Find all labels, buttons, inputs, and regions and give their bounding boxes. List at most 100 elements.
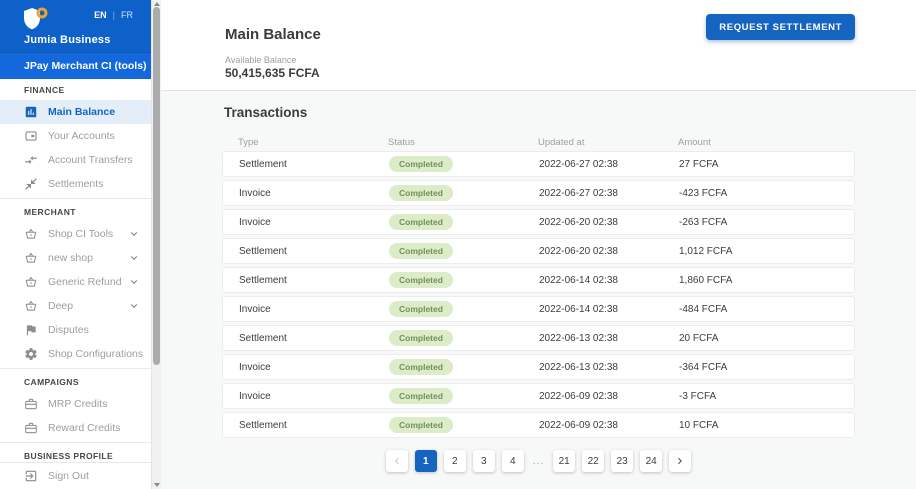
pagination-page-button[interactable]: 23	[611, 450, 634, 472]
language-fr[interactable]: FR	[121, 10, 133, 20]
section-title-merchant: MERCHANT	[24, 207, 76, 217]
cell-updated-at: 2022-06-13 02:38	[539, 332, 618, 344]
table-row[interactable]: Settlement Completed 2022-06-20 02:38 1,…	[222, 238, 855, 264]
section-title-business-profile: BUSINESS PROFILE	[24, 451, 114, 461]
sidebar-header: EN | FR Jumia Business	[0, 0, 161, 52]
pagination-page-button[interactable]: 4	[501, 450, 524, 472]
basket-icon	[25, 228, 37, 239]
transactions-section: Transactions Type Status Updated at Amou…	[161, 90, 916, 489]
sign-out-button[interactable]: Sign Out	[0, 462, 161, 489]
chevron-right-icon	[678, 458, 682, 464]
column-header-updated-at: Updated at	[538, 136, 585, 148]
scrollbar-down-arrow-icon[interactable]	[154, 483, 160, 487]
cell-status: Completed	[389, 243, 539, 259]
status-badge: Completed	[389, 330, 453, 346]
pagination-page-button[interactable]: 3	[472, 450, 495, 472]
cell-updated-at: 2022-06-09 02:38	[539, 390, 618, 402]
sidebar-item-your-accounts[interactable]: Your Accounts	[0, 124, 151, 148]
sidebar-item-mrp-credits[interactable]: MRP Credits	[0, 392, 151, 416]
available-balance-label: Available Balance	[225, 55, 297, 65]
status-badge: Completed	[389, 185, 453, 201]
sidebar-item-main-balance[interactable]: Main Balance	[0, 100, 151, 124]
scrollbar-up-arrow-icon[interactable]	[154, 2, 160, 6]
cell-status: Completed	[389, 156, 539, 172]
wallet-icon	[25, 131, 37, 141]
pagination: 1 2 3 4 ... 21 22 23 24	[222, 450, 855, 472]
sidebar-item-generic-refund[interactable]: Generic Refund	[0, 270, 151, 294]
sidebar-nav: FINANCE Main Balance Your Accounts Accou…	[0, 79, 151, 462]
chevron-down-icon	[131, 232, 137, 236]
sidebar: EN | FR Jumia Business JPay Merchant CI …	[0, 0, 161, 489]
cell-status: Completed	[389, 185, 539, 201]
status-badge: Completed	[389, 272, 453, 288]
pagination-page-button[interactable]: 2	[443, 450, 466, 472]
sidebar-item-label: Account Transfers	[48, 154, 133, 166]
table-row[interactable]: Invoice Completed 2022-06-13 02:38 -364 …	[222, 354, 855, 380]
section-title-campaigns: CAMPAIGNS	[24, 377, 79, 387]
pagination-page-button[interactable]: 1	[414, 450, 437, 472]
table-row[interactable]: Invoice Completed 2022-06-09 02:38 -3 FC…	[222, 383, 855, 409]
status-badge: Completed	[389, 156, 453, 172]
table-row[interactable]: Invoice Completed 2022-06-27 02:38 -423 …	[222, 180, 855, 206]
pagination-page-button[interactable]: 22	[582, 450, 605, 472]
available-balance-value: 50,415,635 FCFA	[225, 66, 320, 80]
chevron-down-icon	[131, 304, 137, 308]
pagination-page-button[interactable]: 24	[640, 450, 663, 472]
sidebar-item-new-shop[interactable]: new shop	[0, 246, 151, 270]
gear-icon	[25, 348, 37, 360]
transactions-title: Transactions	[224, 105, 308, 120]
sidebar-item-deep[interactable]: Deep	[0, 294, 151, 318]
table-row[interactable]: Settlement Completed 2022-06-13 02:38 20…	[222, 325, 855, 351]
table-row[interactable]: Invoice Completed 2022-06-20 02:38 -263 …	[222, 209, 855, 235]
scrollbar-thumb[interactable]	[153, 7, 160, 365]
cell-updated-at: 2022-06-09 02:38	[539, 419, 618, 431]
cell-type: Invoice	[239, 303, 271, 315]
cell-amount: 1,012 FCFA	[679, 245, 733, 257]
sidebar-scrollbar[interactable]	[151, 0, 161, 489]
main-content: Main Balance REQUEST SETTLEMENT Availabl…	[161, 0, 916, 489]
sidebar-item-settlements[interactable]: Settlements	[0, 172, 151, 196]
transfer-arrows-icon	[25, 155, 37, 165]
sidebar-item-account-transfers[interactable]: Account Transfers	[0, 148, 151, 172]
merchant-app-selector[interactable]: JPay Merchant CI (tools)	[0, 52, 161, 79]
table-row[interactable]: Invoice Completed 2022-06-14 02:38 -484 …	[222, 296, 855, 322]
request-settlement-button[interactable]: REQUEST SETTLEMENT	[706, 14, 855, 40]
sidebar-item-disputes[interactable]: Disputes	[0, 318, 151, 342]
pagination-prev-button[interactable]	[385, 450, 408, 472]
pagination-ellipsis: ...	[532, 455, 545, 467]
language-separator: |	[112, 10, 115, 20]
cell-updated-at: 2022-06-13 02:38	[539, 361, 618, 373]
cell-type: Invoice	[239, 390, 271, 402]
table-row[interactable]: Settlement Completed 2022-06-27 02:38 27…	[222, 151, 855, 177]
status-badge: Completed	[389, 359, 453, 375]
cell-amount: -263 FCFA	[679, 216, 728, 228]
sidebar-item-label: Reward Credits	[48, 422, 121, 434]
sidebar-item-label: Deep	[48, 300, 74, 312]
cell-type: Invoice	[239, 361, 271, 373]
cell-type: Settlement	[239, 245, 287, 257]
flag-icon	[26, 325, 36, 336]
sidebar-divider	[0, 368, 151, 369]
settlement-arrows-icon	[25, 178, 37, 190]
basket-icon	[25, 276, 37, 287]
sidebar-item-reward-credits[interactable]: Reward Credits	[0, 416, 151, 440]
cell-updated-at: 2022-06-27 02:38	[539, 158, 618, 170]
sidebar-item-shop-ci-tools[interactable]: Shop CI Tools	[0, 222, 151, 246]
cell-updated-at: 2022-06-27 02:38	[539, 187, 618, 199]
cell-status: Completed	[389, 388, 539, 404]
language-en[interactable]: EN	[94, 10, 107, 20]
sidebar-item-label: Main Balance	[48, 106, 116, 118]
cell-amount: 27 FCFA	[679, 158, 719, 170]
pagination-page-button[interactable]: 21	[553, 450, 576, 472]
cell-updated-at: 2022-06-20 02:38	[539, 216, 618, 228]
status-badge: Completed	[389, 388, 453, 404]
pagination-next-button[interactable]	[669, 450, 692, 472]
sidebar-item-label: Settlements	[48, 178, 104, 190]
page-title: Main Balance	[225, 26, 321, 44]
briefcase-icon	[25, 422, 37, 434]
sidebar-item-shop-configurations[interactable]: Shop Configurations	[0, 342, 151, 366]
table-row[interactable]: Settlement Completed 2022-06-09 02:38 10…	[222, 412, 855, 438]
table-row[interactable]: Settlement Completed 2022-06-14 02:38 1,…	[222, 267, 855, 293]
cell-amount: -484 FCFA	[679, 303, 728, 315]
cell-status: Completed	[389, 417, 539, 433]
